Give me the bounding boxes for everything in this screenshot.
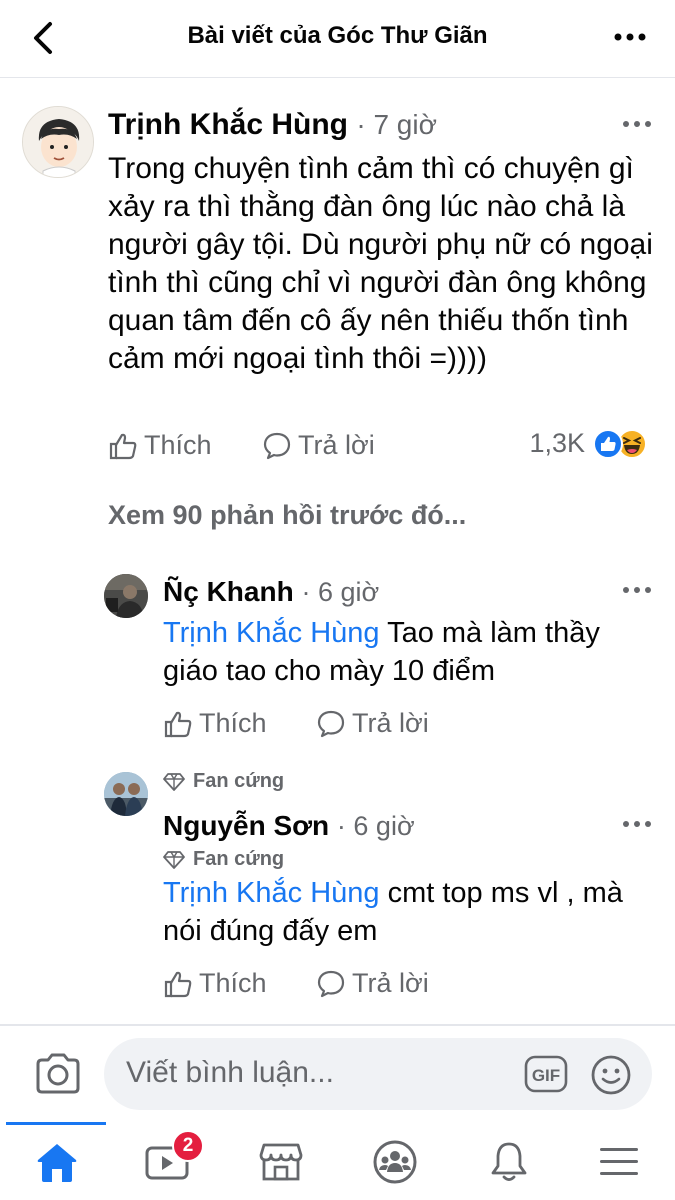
reply-button[interactable]: Trả lời [262,430,375,461]
reply-options-icon[interactable] [622,819,652,829]
tab-groups[interactable] [360,1132,430,1192]
top-bar: Bài viết của Góc Thư Giãn [0,0,675,78]
thumbs-up-icon [109,433,137,459]
thumbs-up-icon [164,971,192,997]
reply-label: Trả lời [352,708,429,738]
reaction-summary[interactable]: 1,3K [529,428,647,459]
diamond-icon [163,772,185,791]
comment-input[interactable]: Viết bình luận... GIF [104,1038,652,1110]
comment-placeholder: Viết bình luận... [126,1056,334,1089]
speech-bubble-icon [317,970,345,997]
reply-author[interactable]: Nguyễn Sơn · 6 giờ [163,810,415,842]
reply-text: Trịnh Khắc Hùng Tao mà làm thầy giáo tao… [163,614,658,690]
reply-author[interactable]: Ñç Khanh · 6 giờ [163,576,379,608]
author-name[interactable]: Ñç Khanh [163,576,294,607]
bottom-tab-bar: 2 [0,1122,675,1200]
comment-author[interactable]: Trịnh Khắc Hùng · 7 giờ [108,108,437,142]
tab-marketplace[interactable] [246,1132,316,1192]
active-tab-indicator [6,1122,106,1125]
menu-icon [600,1148,638,1175]
groups-icon [373,1140,417,1184]
reply-button[interactable]: Trả lời [316,968,429,999]
profile-photo-icon [104,772,148,816]
reply-button[interactable]: Trả lời [316,708,429,739]
gif-icon[interactable]: GIF [524,1055,568,1093]
mention-link[interactable]: Trịnh Khắc Hùng [163,617,380,649]
comment-options-icon[interactable] [622,119,652,129]
reply-label: Trả lời [352,968,429,998]
like-label: Thích [199,968,267,998]
like-button[interactable]: Thích [163,708,267,739]
author-name[interactable]: Nguyễn Sơn [163,810,329,841]
comment-composer: Viết bình luận... GIF [0,1026,675,1122]
fan-badge: Fan cứng [163,848,284,871]
badge-label: Fan cứng [193,770,285,792]
avatar[interactable] [104,772,148,816]
emoji-icon[interactable] [590,1054,632,1096]
camera-icon[interactable] [34,1052,82,1096]
speech-bubble-icon [317,710,345,737]
like-reaction-icon [593,428,623,459]
speech-bubble-icon [263,432,291,459]
comment-time: · 7 giờ [356,109,437,140]
page-title: Bài viết của Góc Thư Giãn [187,22,488,49]
tab-notifications[interactable] [474,1132,544,1192]
fan-badge: Fan cứng [163,770,284,793]
gif-label: GIF [532,1066,560,1085]
reply-options-icon[interactable] [622,585,652,595]
view-previous-replies-link[interactable]: Xem 90 phản hồi trước đó... [108,500,466,531]
cartoon-face-icon [23,107,93,177]
diamond-icon [163,850,185,869]
like-button[interactable]: Thích [163,968,267,999]
mention-link[interactable]: Trịnh Khắc Hùng [163,877,380,909]
video-notification-badge: 2 [172,1130,204,1162]
reply-text: Trịnh Khắc Hùng cmt top ms vl , mà nói đ… [163,874,658,950]
like-button[interactable]: Thích [108,430,212,461]
comment-text: Trong chuyện tình cảm thì có chuyện gì x… [108,152,653,375]
tab-menu[interactable] [584,1132,654,1192]
notifications-icon [491,1142,527,1181]
home-icon [37,1144,77,1182]
author-name[interactable]: Trịnh Khắc Hùng [108,108,348,141]
reply-label: Trả lời [298,430,375,460]
reaction-count: 1,3K [529,428,585,458]
badge-label: Fan cứng [193,848,285,870]
thumbs-up-icon [164,711,192,737]
marketplace-icon [259,1143,303,1181]
profile-photo-icon [104,574,148,618]
more-options-icon[interactable] [613,27,647,47]
reply-time: · 6 giờ [336,811,415,841]
like-label: Thích [144,430,212,460]
reply-time: · 6 giờ [301,577,380,607]
like-label: Thích [199,708,267,738]
tab-home[interactable] [22,1132,92,1192]
avatar[interactable] [22,106,94,178]
avatar[interactable] [104,574,148,618]
